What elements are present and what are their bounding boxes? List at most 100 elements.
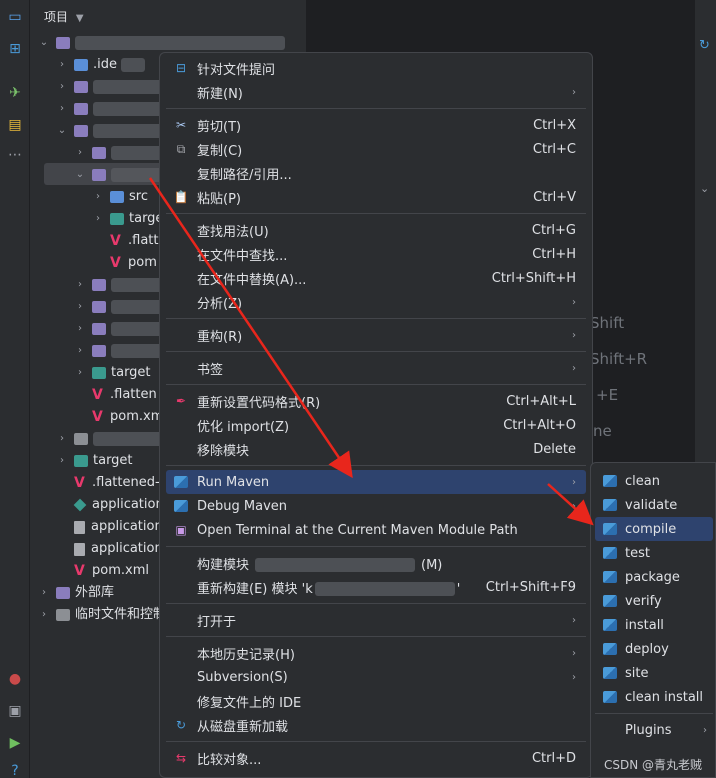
menu-item-rebuild-module[interactable]: 重新构建(E) 模块 'k ' Ctrl+Shift+F9: [166, 575, 586, 599]
menu-item-copy[interactable]: ⧉ 复制(C) Ctrl+C: [166, 137, 586, 161]
tree-row-flattened[interactable]: V .flattened-: [74, 472, 160, 494]
tree-row-pom[interactable]: Vpom.xm: [92, 406, 163, 428]
menu-item-fix-ide[interactable]: 修复文件上的 IDE: [166, 689, 586, 713]
tree-row-src[interactable]: › src: [92, 186, 148, 208]
chevron-right-icon[interactable]: ›: [56, 98, 68, 120]
chevron-right-icon[interactable]: ›: [74, 296, 86, 318]
menu-item-find-in-files[interactable]: 在文件中查找... Ctrl+H: [166, 242, 586, 266]
menu-item-find-usages[interactable]: 查找用法(U) Ctrl+G: [166, 218, 586, 242]
menu-item-remove-module[interactable]: 移除模块 Delete: [166, 437, 586, 461]
project-header[interactable]: 项目 ▼: [44, 8, 84, 25]
menu-item-run-maven[interactable]: Run Maven ›: [166, 470, 586, 494]
tree-row[interactable]: ›: [74, 274, 167, 296]
run-icon[interactable]: ▶: [6, 734, 24, 752]
help-icon[interactable]: ?: [6, 762, 24, 778]
menu-item-compare-with[interactable]: ⇆ 比较对象... Ctrl+D: [166, 746, 586, 770]
tree-row-application[interactable]: application: [73, 494, 164, 516]
menu-item-local-history[interactable]: 本地历史记录(H) ›: [166, 641, 586, 665]
tree-row-selected-module[interactable]: ⌄: [74, 164, 167, 186]
chevron-right-icon[interactable]: ›: [56, 428, 68, 450]
chevron-right-icon[interactable]: ›: [74, 362, 86, 384]
menu-item-paste[interactable]: 📋 粘贴(P) Ctrl+V: [166, 185, 586, 209]
menu-item-open-terminal[interactable]: ▣ Open Terminal at the Current Maven Modu…: [166, 518, 586, 542]
menu-item-build-module[interactable]: 构建模块 (M): [166, 551, 586, 575]
chevron-right-icon[interactable]: ›: [92, 186, 104, 208]
menu-item-subversion[interactable]: Subversion(S) ›: [166, 665, 586, 689]
tree-row[interactable]: ›: [74, 340, 167, 362]
menu-item-bookmarks[interactable]: 书签 ›: [166, 356, 586, 380]
menu-item-optimize-imports[interactable]: 优化 import(Z) Ctrl+Alt+O: [166, 413, 586, 437]
menu-item-debug-maven[interactable]: Debug Maven ›: [166, 494, 586, 518]
context-menu: ⊟ 针对文件提问 新建(N) › ✂ 剪切(T) Ctrl+X ⧉ 复制(C) Ctrl+C…: [159, 52, 593, 778]
tree-row[interactable]: ›: [74, 318, 167, 340]
chevron-right-icon[interactable]: ›: [56, 76, 68, 98]
menu-item-reload-from-disk[interactable]: ↻ 从磁盘重新加载: [166, 713, 586, 737]
maven-goal-package[interactable]: package: [595, 565, 713, 589]
tree-row[interactable]: ›: [74, 296, 167, 318]
menu-item-new[interactable]: 新建(N) ›: [166, 80, 586, 104]
chevron-down-icon[interactable]: ⌄: [74, 164, 86, 186]
tree-row-application[interactable]: application: [74, 538, 163, 560]
menu-item-refactor[interactable]: 重构(R) ›: [166, 323, 586, 347]
tree-row-application[interactable]: application: [74, 516, 163, 538]
chevron-right-icon[interactable]: ›: [38, 604, 50, 626]
refresh-icon[interactable]: ↻: [699, 38, 710, 53]
menu-item-ask-ai[interactable]: ⊟ 针对文件提问: [166, 56, 586, 80]
tree-row-external-libraries[interactable]: › 外部库: [38, 582, 114, 604]
chevron-right-icon: ›: [572, 500, 576, 512]
chevron-right-icon[interactable]: ›: [74, 340, 86, 362]
maven-goal-site[interactable]: site: [595, 661, 713, 685]
chevron-right-icon[interactable]: ›: [56, 450, 68, 472]
tree-row[interactable]: ›: [56, 428, 173, 450]
maven-goal-clean[interactable]: clean: [595, 469, 713, 493]
tree-row[interactable]: ›: [56, 98, 163, 120]
maven-goal-compile[interactable]: compile: [595, 517, 713, 541]
chevron-down-icon[interactable]: ▼: [76, 13, 84, 24]
maven-goal-install[interactable]: install: [595, 613, 713, 637]
maven-goal-icon: [603, 547, 617, 559]
tree-row-flattened[interactable]: V .flatt: [110, 230, 158, 252]
tree-row-ide[interactable]: › .ide: [56, 54, 145, 76]
chevron-down-icon[interactable]: ⌄: [700, 182, 709, 195]
tree-row-target[interactable]: › targe: [92, 208, 163, 230]
tree-row[interactable]: ›: [56, 76, 163, 98]
tree-row-pom[interactable]: Vpom: [110, 252, 157, 274]
menu-item-replace-in-files[interactable]: 在文件中替换(A)... Ctrl+Shift+H: [166, 266, 586, 290]
menu-item-cut[interactable]: ✂ 剪切(T) Ctrl+X: [166, 113, 586, 137]
tree-row-scratches[interactable]: › 临时文件和控制: [38, 604, 166, 626]
maven-plugins[interactable]: Plugins ›: [595, 718, 713, 742]
tree-row[interactable]: ›: [74, 142, 167, 164]
chevron-down-icon[interactable]: ⌄: [56, 120, 68, 142]
chevron-right-icon[interactable]: ›: [38, 582, 50, 604]
maven-goal-validate[interactable]: validate: [595, 493, 713, 517]
maven-goal-deploy[interactable]: deploy: [595, 637, 713, 661]
chevron-right-icon[interactable]: ›: [92, 208, 104, 230]
chevron-right-icon[interactable]: ›: [74, 318, 86, 340]
chevron-right-icon[interactable]: ›: [56, 54, 68, 76]
menu-item-analyze[interactable]: 分析(Z) ›: [166, 290, 586, 314]
jrebel-icon[interactable]: ✈: [6, 84, 24, 102]
menu-item-reformat-code[interactable]: ✒ 重新设置代码格式(R) Ctrl+Alt+L: [166, 389, 586, 413]
tree-row[interactable]: ⌄: [56, 120, 163, 142]
tree-row-target[interactable]: › target: [74, 362, 151, 384]
maven-goal-clean-install[interactable]: clean install: [595, 685, 713, 709]
maven-goal-test[interactable]: test: [595, 541, 713, 565]
chevron-right-icon[interactable]: ›: [74, 142, 86, 164]
chevron-right-icon[interactable]: ›: [74, 274, 86, 296]
project-view-icon[interactable]: ▭: [6, 8, 24, 26]
tree-row-flatten[interactable]: V .flatten: [92, 384, 157, 406]
chevron-down-icon[interactable]: ⌄: [38, 32, 50, 54]
terminal-icon[interactable]: ▣: [6, 702, 24, 720]
tree-label: .flattened-: [92, 475, 160, 490]
menu-item-copy-path[interactable]: 复制路径/引用...: [166, 161, 586, 185]
tree-row-target[interactable]: › target: [56, 450, 133, 472]
tree-row-pomxml[interactable]: Vpom.xml: [74, 560, 149, 582]
notification-icon[interactable]: ●: [6, 670, 24, 688]
services-icon[interactable]: ▤: [6, 116, 24, 134]
vue-file-icon: V: [92, 387, 103, 403]
menu-item-open-in[interactable]: 打开于 ›: [166, 608, 586, 632]
tree-row-root[interactable]: ⌄: [38, 32, 285, 54]
maven-goal-verify[interactable]: verify: [595, 589, 713, 613]
structure-icon[interactable]: ⊞: [6, 40, 24, 58]
more-tools-icon[interactable]: ⋯: [6, 146, 24, 164]
